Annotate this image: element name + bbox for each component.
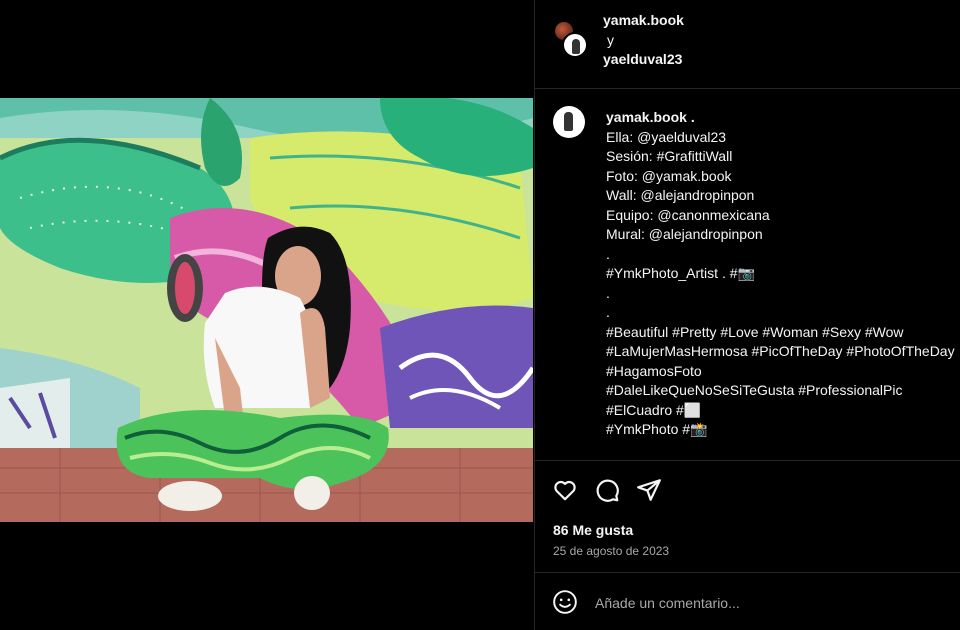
comment-input[interactable] <box>595 592 935 614</box>
caption-text: yamak.book . Ella: @yaelduval23 Sesión: … <box>606 108 960 440</box>
caption-line: #YmkPhoto #📸 <box>606 421 708 437</box>
post-date: 25 de agosto de 2023 <box>553 544 670 558</box>
post-header: yamak.book y yaelduval23 <box>535 0 960 89</box>
caption-line: . <box>606 245 610 262</box>
heart-icon[interactable] <box>552 477 578 503</box>
share-icon[interactable] <box>636 477 662 503</box>
caption-line: #DaleLikeQueNoSeSiTeGusta #ProfessionalP… <box>606 382 903 398</box>
caption-avatar[interactable] <box>553 106 585 138</box>
caption-line: Wall: @alejandropinpon <box>606 187 755 203</box>
caption-area: yamak.book . Ella: @yaelduval23 Sesión: … <box>535 90 960 460</box>
like-count[interactable]: 86 Me gusta <box>553 522 633 538</box>
header-connector: y <box>607 31 614 48</box>
collab-names: yamak.book y yaelduval23 <box>603 11 684 70</box>
caption-line: . <box>606 304 610 320</box>
header-username-1[interactable]: yamak.book <box>603 11 684 31</box>
caption-line: . <box>606 284 610 301</box>
caption-line: #Beautiful #Pretty #Love #Woman #Sexy #W… <box>606 323 904 340</box>
caption-line: Foto: @yamak.book <box>606 167 732 184</box>
action-bar: 86 Me gusta 25 de agosto de 2023 <box>535 460 960 572</box>
collab-avatars[interactable] <box>553 20 589 60</box>
caption-line: Sesión: #GrafittiWall <box>606 148 733 164</box>
comment-icon[interactable] <box>594 477 620 503</box>
caption-username-suffix: . <box>686 109 695 125</box>
caption-line: #ElCuadro #⬜ <box>606 401 702 418</box>
caption-line: #LaMujerMasHermosa #PicOfTheDay #PhotoOf… <box>606 343 955 359</box>
post-photo[interactable] <box>0 98 533 522</box>
media-column <box>0 0 533 630</box>
avatar[interactable] <box>562 32 588 58</box>
caption-line: Mural: @alejandropinpon <box>606 226 763 242</box>
caption-line: #YmkPhoto_Artist . #📷 <box>606 265 755 281</box>
header-username-2[interactable]: yaelduval23 <box>603 50 684 70</box>
caption-line: Equipo: @canonmexicana <box>606 206 770 223</box>
post-sidebar: yamak.book y yaelduval23 yamak.book . El… <box>534 0 960 630</box>
caption-line: Ella: @yaelduval23 <box>606 128 727 145</box>
comment-bar <box>535 572 960 630</box>
caption-line: #HagamosFoto <box>606 362 702 379</box>
emoji-icon[interactable] <box>552 589 578 615</box>
caption-username[interactable]: yamak.book <box>606 109 687 125</box>
action-icons <box>552 477 662 503</box>
